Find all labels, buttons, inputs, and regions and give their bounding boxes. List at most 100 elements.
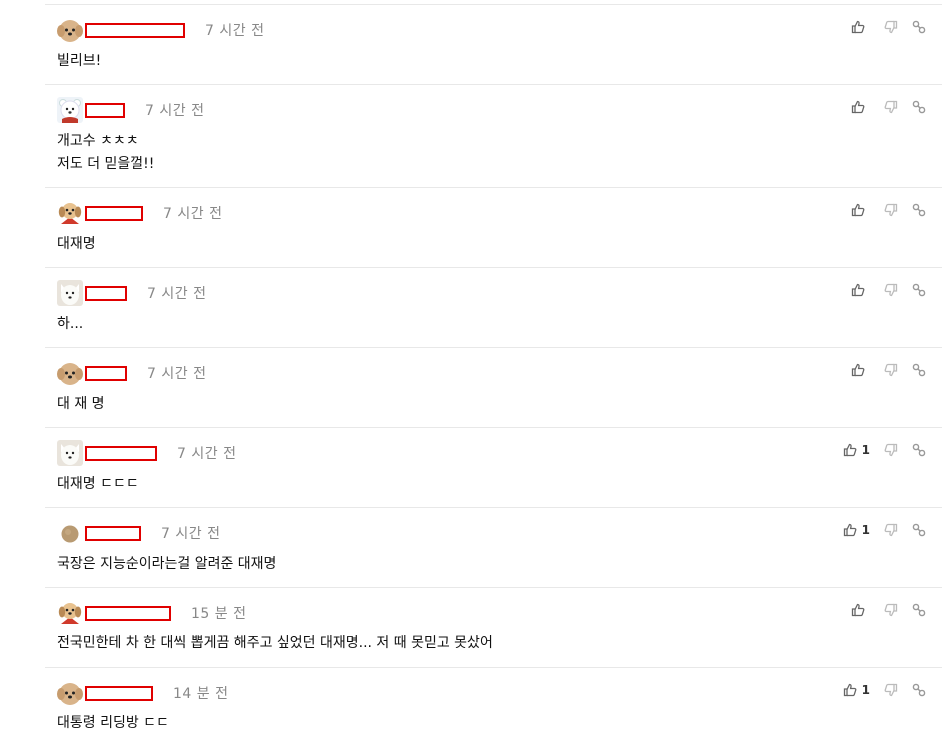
comment-time: 7 시간 전	[147, 286, 207, 302]
dislike-button[interactable]	[884, 362, 898, 378]
link-button[interactable]	[912, 522, 926, 538]
comment-item: 7 시간 전 빌리브!	[45, 4, 942, 84]
comment-text: 대통령 리딩방 ㄷㄷ	[57, 715, 169, 731]
link-button[interactable]	[912, 442, 926, 458]
link-icon	[912, 283, 926, 297]
dislike-button[interactable]	[884, 202, 898, 218]
avatar[interactable]	[57, 600, 83, 626]
comment-actions: 1	[843, 682, 926, 698]
comment-text: 하...	[57, 316, 84, 332]
thumbs-up-icon	[843, 523, 857, 537]
comment-header: 7 시간 전	[57, 440, 236, 466]
link-button[interactable]	[912, 19, 926, 35]
thumbs-down-icon	[884, 363, 898, 377]
redacted-username	[85, 102, 125, 118]
like-button[interactable]: 1	[843, 442, 870, 458]
comment-list: 7 시간 전 빌리브! 7 시간 전 개고수 ㅊㅊㅊ 저도 더 믿을껄!! 7 …	[0, 0, 952, 741]
comment-header: 7 시간 전	[57, 360, 206, 386]
comment-text: 빌리브!	[57, 53, 102, 69]
dislike-button[interactable]	[884, 682, 898, 698]
redacted-username	[85, 685, 153, 701]
dislike-button[interactable]	[884, 282, 898, 298]
avatar[interactable]	[57, 200, 83, 226]
like-button[interactable]: 1	[843, 522, 870, 538]
link-button[interactable]	[912, 602, 926, 618]
like-button[interactable]	[851, 19, 870, 35]
like-button[interactable]	[851, 602, 870, 618]
thumbs-up-icon	[851, 20, 865, 34]
comment-actions	[851, 602, 926, 618]
thumbs-up-icon	[851, 283, 865, 297]
link-button[interactable]	[912, 682, 926, 698]
redacted-username	[85, 22, 185, 38]
comment-time: 7 시간 전	[145, 103, 205, 119]
avatar[interactable]	[57, 440, 83, 466]
like-button[interactable]: 1	[843, 682, 870, 698]
comment-time: 7 시간 전	[147, 366, 207, 382]
link-button[interactable]	[912, 282, 926, 298]
redacted-username	[85, 205, 143, 221]
redacted-username	[85, 605, 171, 621]
comment-time: 7 시간 전	[177, 446, 237, 462]
comment-header: 14 분 전	[57, 680, 228, 706]
link-button[interactable]	[912, 202, 926, 218]
dislike-button[interactable]	[884, 602, 898, 618]
dislike-button[interactable]	[884, 522, 898, 538]
comment-item: 7 시간 전 대재명	[45, 187, 942, 267]
comment-actions	[851, 362, 926, 378]
comment-text: 국장은 지능순이라는걸 알려준 대재명	[57, 556, 277, 572]
avatar[interactable]	[57, 280, 83, 306]
comment-actions	[851, 282, 926, 298]
thumbs-up-icon	[851, 363, 865, 377]
link-icon	[912, 20, 926, 34]
thumbs-up-icon	[843, 683, 857, 697]
thumbs-down-icon	[884, 203, 898, 217]
thumbs-down-icon	[884, 683, 898, 697]
link-button[interactable]	[912, 362, 926, 378]
comment-text: 대재명	[57, 236, 96, 252]
comment-time: 7 시간 전	[161, 526, 221, 542]
comment-item: 7 시간 전 개고수 ㅊㅊㅊ 저도 더 믿을껄!!	[45, 84, 942, 187]
dislike-button[interactable]	[884, 19, 898, 35]
comment-header: 15 분 전	[57, 600, 246, 626]
like-count: 1	[861, 443, 870, 457]
avatar[interactable]	[57, 680, 83, 706]
comment-actions	[851, 19, 926, 35]
link-icon	[912, 443, 926, 457]
comment-time: 7 시간 전	[205, 23, 265, 39]
link-icon	[912, 603, 926, 617]
avatar[interactable]	[57, 17, 83, 43]
like-button[interactable]	[851, 99, 870, 115]
redacted-username	[85, 285, 127, 301]
comment-text: 대 재 명	[57, 396, 105, 412]
redacted-username	[85, 365, 127, 381]
like-button[interactable]	[851, 282, 870, 298]
thumbs-down-icon	[884, 523, 898, 537]
avatar[interactable]	[57, 520, 83, 546]
comment-item: 7 시간 전 국장은 지능순이라는걸 알려준 대재명 1	[45, 507, 942, 587]
comment-item: 14 분 전 대통령 리딩방 ㄷㄷ 1	[45, 667, 942, 741]
dislike-button[interactable]	[884, 99, 898, 115]
thumbs-down-icon	[884, 603, 898, 617]
comment-time: 14 분 전	[173, 686, 229, 702]
thumbs-up-icon	[851, 603, 865, 617]
comment-text: 전국민한테 차 한 대씩 뽑게끔 해주고 싶었던 대재명... 저 때 못믿고 …	[57, 635, 493, 651]
redacted-username	[85, 445, 157, 461]
dislike-button[interactable]	[884, 442, 898, 458]
like-button[interactable]	[851, 362, 870, 378]
avatar[interactable]	[57, 97, 83, 123]
like-button[interactable]	[851, 202, 870, 218]
comment-actions: 1	[843, 522, 926, 538]
comment-text: 개고수 ㅊㅊㅊ 저도 더 믿을껄!!	[57, 133, 155, 172]
thumbs-up-icon	[851, 203, 865, 217]
comment-time: 7 시간 전	[163, 206, 223, 222]
link-icon	[912, 363, 926, 377]
redacted-username	[85, 525, 141, 541]
comment-text: 대재명 ㄷㄷㄷ	[57, 476, 139, 492]
link-icon	[912, 100, 926, 114]
thumbs-up-icon	[843, 443, 857, 457]
avatar[interactable]	[57, 360, 83, 386]
comment-actions	[851, 202, 926, 218]
link-button[interactable]	[912, 99, 926, 115]
link-icon	[912, 203, 926, 217]
